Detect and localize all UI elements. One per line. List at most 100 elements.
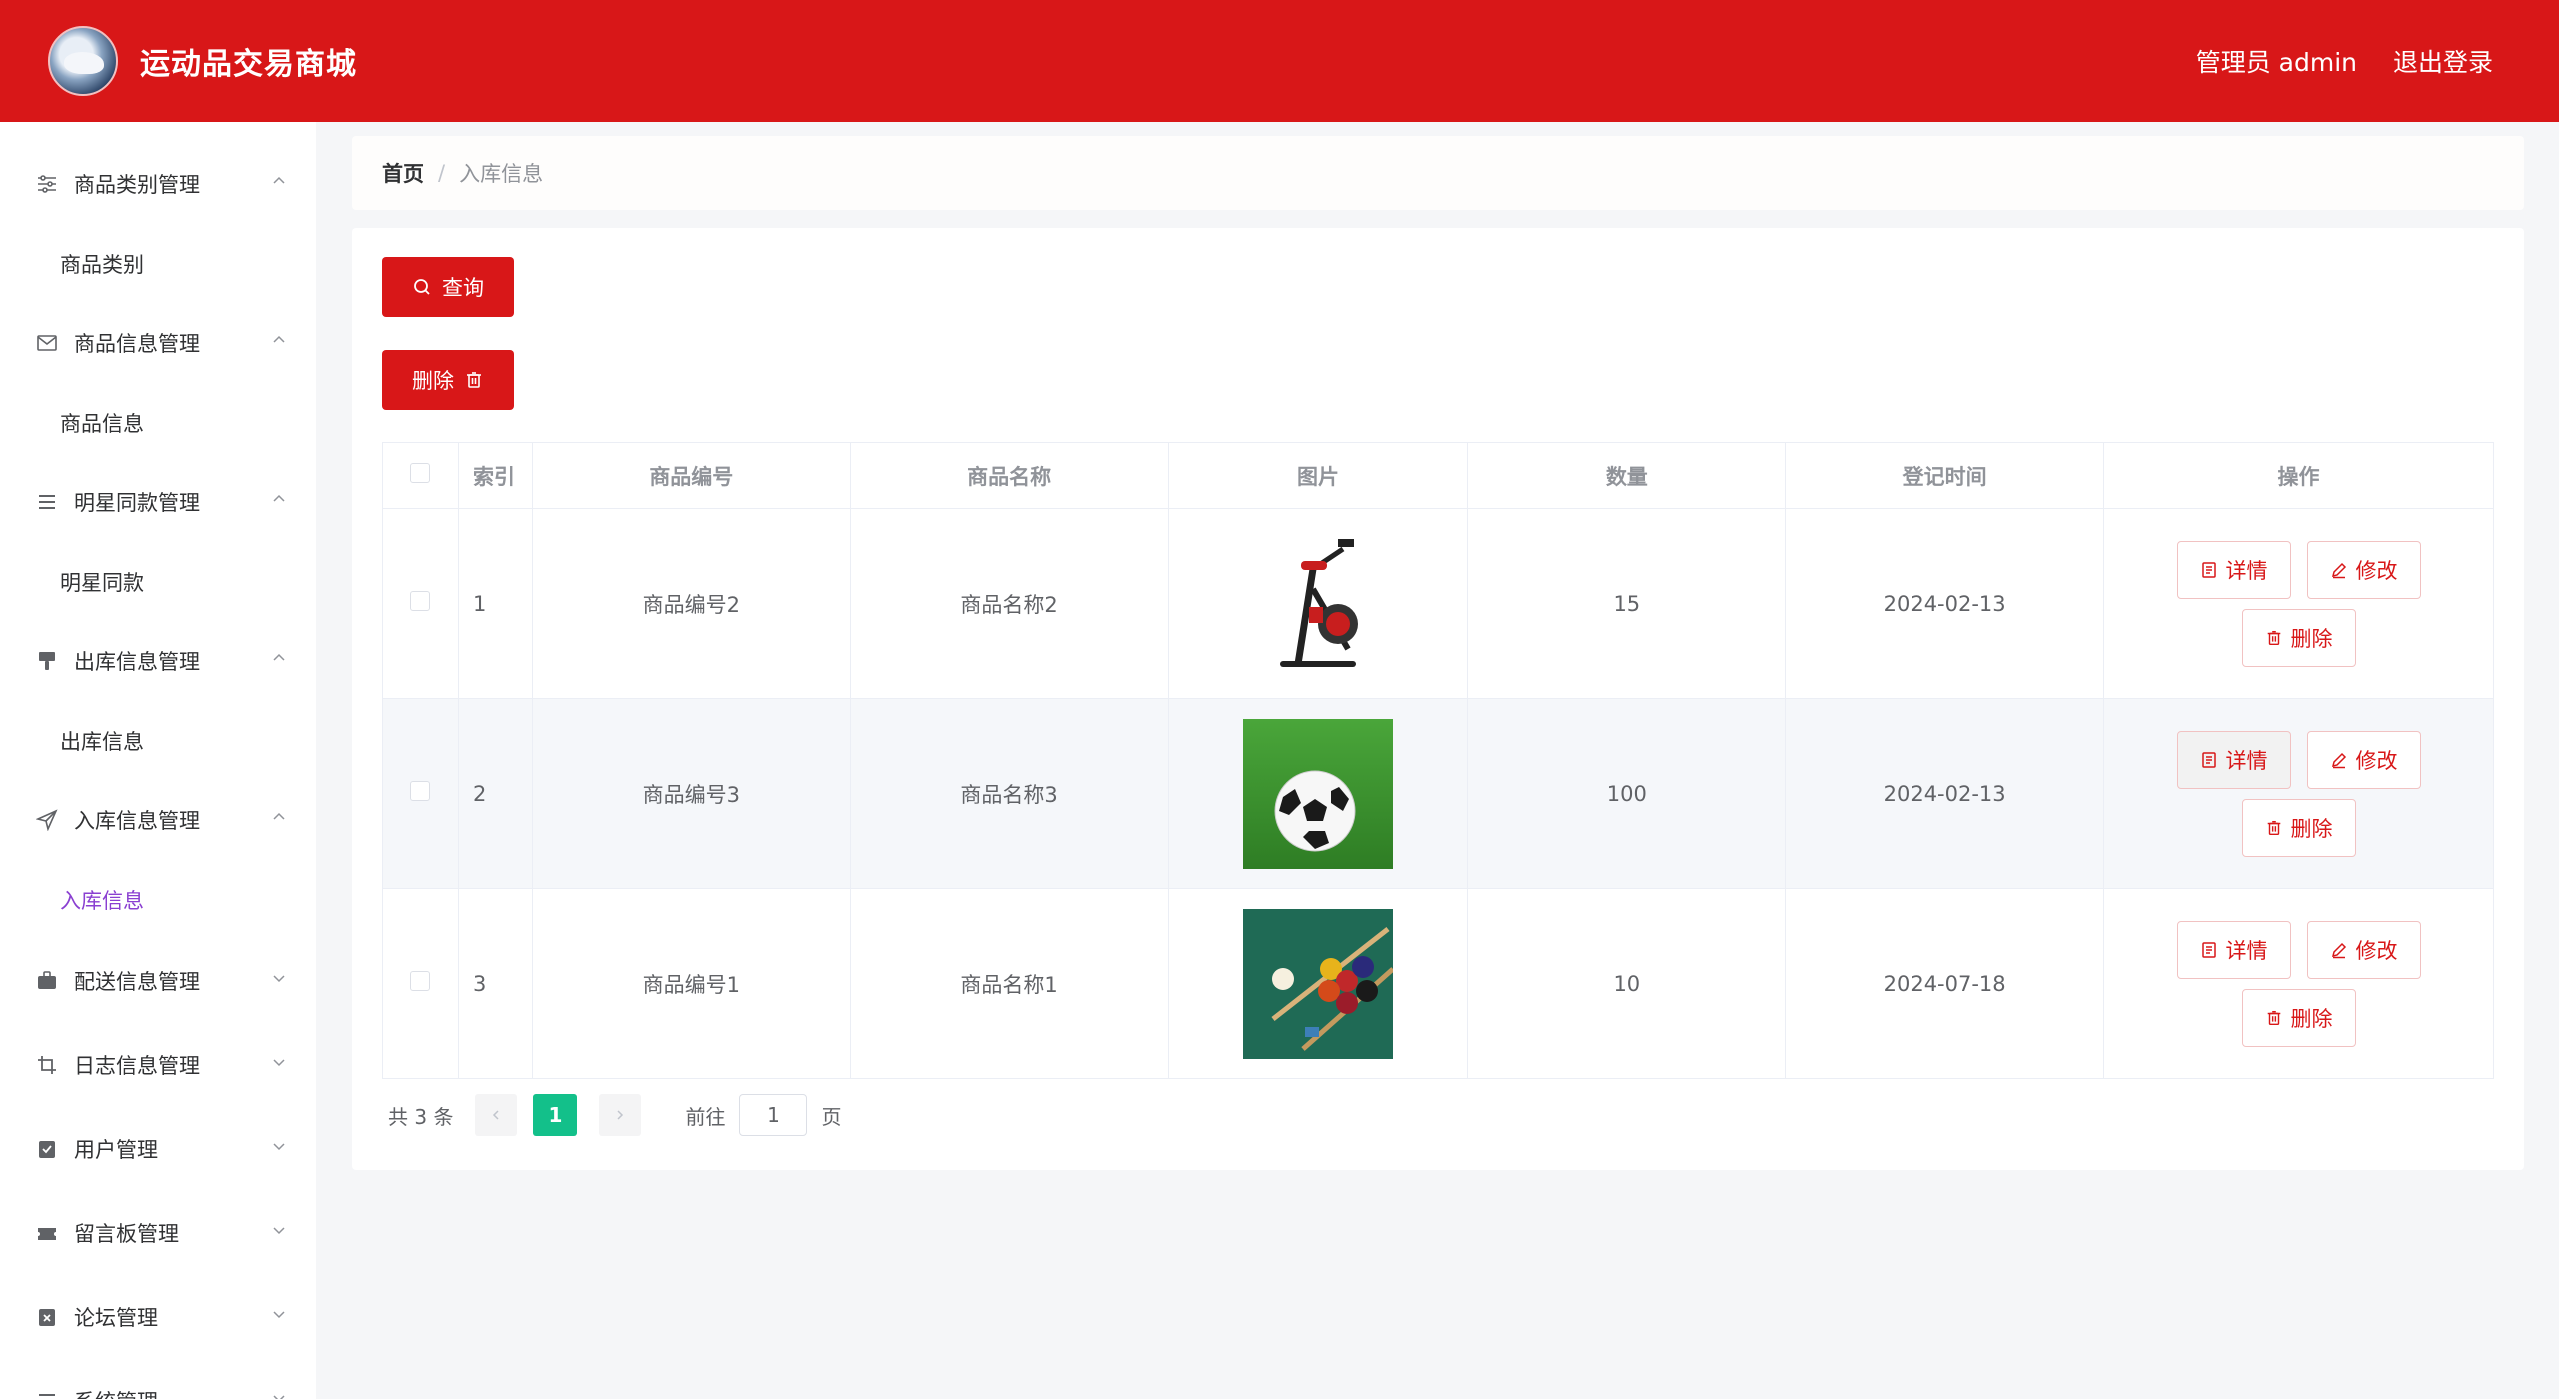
menu-item-star[interactable]: 明星同款	[0, 542, 316, 621]
row-checkbox[interactable]	[410, 591, 431, 611]
cell-qty: 100	[1467, 698, 1787, 889]
menu-group-category[interactable]: 商品类别管理	[0, 144, 316, 224]
clipboard-check-icon	[34, 1136, 60, 1162]
ticket-icon	[34, 1220, 60, 1246]
edit-label: 修改	[2355, 558, 2398, 583]
menu-group-label: 明星同款管理	[74, 491, 200, 515]
edit-label: 修改	[2355, 938, 2398, 963]
detail-label: 详情	[2225, 938, 2268, 963]
cell-actions: 详情 修改 删除	[2103, 698, 2494, 889]
billiards-image	[1242, 908, 1393, 1059]
menu-group-label: 论坛管理	[74, 1306, 158, 1330]
menu-group-log[interactable]: 日志信息管理	[0, 1023, 316, 1107]
delete-label: 删除	[2290, 626, 2333, 651]
top-header: 运动品交易商城 管理员 admin 退出登录	[0, 0, 2559, 122]
column-header[interactable]: 索引	[457, 442, 533, 509]
sliders-icon	[34, 171, 60, 197]
query-button[interactable]: 查询	[382, 257, 514, 317]
edit-button[interactable]: 修改	[2306, 540, 2421, 599]
brand: 运动品交易商城	[48, 26, 357, 96]
breadcrumb-home[interactable]: 首页	[382, 158, 424, 188]
select-all-checkbox[interactable]	[410, 463, 431, 483]
goto-label: 前往	[685, 1104, 726, 1129]
delete-button[interactable]: 删除	[2241, 608, 2356, 667]
exercise-bike-image	[1242, 528, 1393, 679]
cell-index: 1	[457, 508, 533, 699]
delete-button[interactable]: 删除	[2241, 798, 2356, 857]
cell-date: 2024-02-13	[1785, 698, 2105, 889]
detail-button[interactable]: 详情	[2176, 920, 2291, 979]
chevron-up-icon	[273, 335, 285, 343]
send-icon	[34, 807, 60, 833]
detail-label: 详情	[2225, 748, 2268, 773]
query-button-label: 查询	[442, 276, 484, 300]
user-label[interactable]: 管理员 admin	[2196, 43, 2357, 79]
chevron-down-icon	[273, 975, 285, 983]
cell-code: 商品编号2	[531, 508, 851, 699]
delete-button[interactable]: 删除	[2241, 988, 2356, 1047]
sidebar: 商品类别管理 商品类别 商品信息管理 商品信息 明星同款管理 明星同款 出库信息…	[0, 122, 316, 1399]
cell-index: 2	[457, 698, 533, 889]
detail-button[interactable]: 详情	[2176, 730, 2291, 789]
pagination-total: 共 3 条	[388, 1104, 454, 1129]
batch-delete-button[interactable]: 删除	[382, 350, 514, 410]
menu-group-star[interactable]: 明星同款管理	[0, 462, 316, 542]
cell-name: 商品名称1	[849, 888, 1169, 1079]
breadcrumb-separator: /	[438, 161, 446, 185]
logout-link[interactable]: 退出登录	[2393, 43, 2493, 79]
menu-item-category[interactable]: 商品类别	[0, 224, 316, 303]
column-header[interactable]: 商品名称	[849, 442, 1169, 509]
menu-item-inbound[interactable]: 入库信息	[0, 860, 316, 939]
menu-item-outbound[interactable]: 出库信息	[0, 701, 316, 780]
row-checkbox[interactable]	[410, 781, 431, 801]
chevron-down-icon	[273, 1395, 285, 1399]
menu-group-user[interactable]: 用户管理	[0, 1107, 316, 1191]
menu-group-outbound[interactable]: 出库信息管理	[0, 621, 316, 701]
edit-icon	[2331, 942, 2346, 958]
next-page-button[interactable]	[599, 1094, 642, 1136]
list-icon	[34, 1388, 60, 1399]
header-actions: 管理员 admin 退出登录	[2196, 43, 2493, 79]
edit-button[interactable]: 修改	[2306, 920, 2421, 979]
chevron-down-icon	[273, 1227, 285, 1235]
menu-group-label: 商品类别管理	[74, 173, 200, 197]
column-header[interactable]: 商品编号	[531, 442, 851, 509]
menu-group-product[interactable]: 商品信息管理	[0, 303, 316, 383]
content-card: 查询 删除 索引 商品编号 商品名称 图片 数量 登记时间 操作 1 商品编号2…	[352, 228, 2524, 1170]
cell-index: 3	[457, 888, 533, 1079]
document-icon	[2201, 941, 2216, 958]
trash-icon	[2267, 1010, 2280, 1025]
menu-group-label: 配送信息管理	[74, 970, 200, 994]
column-header[interactable]: 操作	[2103, 442, 2494, 509]
table-header-row: 索引 商品编号 商品名称 图片 数量 登记时间 操作	[382, 442, 2494, 509]
menu-group-delivery[interactable]: 配送信息管理	[0, 939, 316, 1023]
trash-icon	[2267, 630, 2280, 645]
menu-group-inbound[interactable]: 入库信息管理	[0, 780, 316, 860]
row-checkbox[interactable]	[410, 971, 431, 991]
select-all-cell	[382, 442, 459, 509]
crop-icon	[34, 1052, 60, 1078]
edit-button[interactable]: 修改	[2306, 730, 2421, 789]
detail-button[interactable]: 详情	[2176, 540, 2291, 599]
cell-actions: 详情 修改 删除	[2103, 888, 2494, 1079]
chevron-up-icon	[273, 653, 285, 661]
cell-code: 商品编号1	[531, 888, 851, 1079]
breadcrumb-current: 入库信息	[459, 162, 544, 186]
column-header[interactable]: 图片	[1167, 442, 1469, 509]
menu-item-product[interactable]: 商品信息	[0, 383, 316, 462]
menu-group-system[interactable]: 系统管理	[0, 1359, 316, 1399]
page-suffix: 页	[821, 1104, 842, 1129]
menu-group-label: 用户管理	[74, 1138, 158, 1162]
menu-group-forum[interactable]: 论坛管理	[0, 1275, 316, 1359]
delete-label: 删除	[2290, 1006, 2333, 1031]
page-number-current[interactable]: 1	[533, 1094, 578, 1136]
column-header[interactable]: 登记时间	[1785, 442, 2105, 509]
menu-group-message[interactable]: 留言板管理	[0, 1191, 316, 1275]
chevron-down-icon	[273, 1059, 285, 1067]
column-header[interactable]: 数量	[1467, 442, 1787, 509]
prev-page-button[interactable]	[475, 1094, 518, 1136]
edit-icon	[2331, 752, 2346, 768]
goto-page-input[interactable]	[739, 1094, 808, 1136]
menu-group-label: 出库信息管理	[74, 650, 200, 674]
pagination: 共 3 条 1 前往 页	[388, 1094, 841, 1136]
